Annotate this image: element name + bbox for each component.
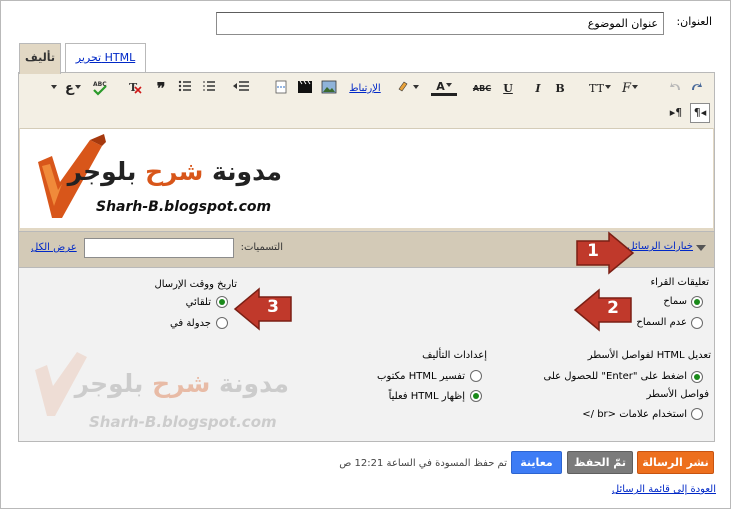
post-editor-window: العنوان: تأليف تحرير HTML F TT B I U ABC…	[0, 0, 731, 509]
jump-break-icon[interactable]	[271, 80, 291, 98]
watermark-url: Sharh-B.blogspot.com	[89, 413, 277, 431]
link-button[interactable]: الإرتباط	[347, 80, 383, 98]
post-date-heading: تاريخ ووقت الإرسال	[154, 279, 237, 290]
remove-formatting-icon[interactable]: T	[125, 80, 145, 98]
logo-title-part2: شرح	[145, 157, 204, 186]
tab-edit-html[interactable]: تحرير HTML	[65, 43, 146, 73]
insert-video-icon[interactable]	[295, 80, 315, 98]
show-all-labels-link[interactable]: عرض الكل	[31, 242, 79, 253]
compose-show-html-label: إظهار HTML فعلياً	[388, 391, 465, 402]
callout-arrow-2: 2	[573, 288, 633, 332]
comments-disallow-radio[interactable]	[691, 317, 703, 329]
rtl-direction-icon[interactable]: ¶◂	[690, 103, 710, 123]
text-color-icon[interactable]: A	[431, 80, 457, 96]
blockquote-icon[interactable]: ❞	[151, 80, 171, 98]
underline-button[interactable]: U	[501, 80, 515, 98]
compose-show-html-radio[interactable]	[470, 390, 482, 402]
back-to-posts-link[interactable]: العودة إلى قائمة الرسائل	[601, 484, 716, 495]
title-label: العنوان:	[676, 15, 712, 28]
logo-title: مدونة شرح بلوجر	[68, 157, 282, 186]
ltr-direction-icon[interactable]: ▸¶	[666, 104, 686, 122]
watermark-part1: مدونة	[210, 369, 289, 398]
logo-url: Sharh-B.blogspot.com	[96, 199, 272, 215]
post-date-automatic-radio[interactable]	[216, 296, 228, 308]
comments-allow-radio[interactable]	[691, 296, 703, 308]
compose-interpret-label: تفسير HTML مكتوب	[377, 371, 465, 382]
line-breaks-enter-label: اضغط على "Enter" للحصول على	[543, 371, 688, 382]
post-date-automatic-label: تلقائي	[185, 297, 211, 308]
labels-label: التسميات:	[240, 242, 283, 253]
undo-icon[interactable]	[667, 80, 685, 98]
compose-interpret-radio[interactable]	[470, 370, 482, 382]
redo-icon[interactable]	[687, 80, 705, 98]
callout-number-3: 3	[267, 297, 279, 317]
more-options-icon[interactable]	[49, 80, 57, 98]
line-breaks-heading: تعديل HTML لفواصل الأسطر	[587, 350, 711, 361]
font-size-icon[interactable]: TT	[587, 80, 613, 98]
preview-button[interactable]: معاينة	[511, 451, 562, 474]
numbered-list-icon[interactable]	[199, 80, 219, 98]
line-breaks-enter-label-2: فواصل الأسطر	[646, 389, 709, 400]
save-button[interactable]: تمّ الحفظ	[567, 451, 633, 474]
line-breaks-br-radio[interactable]	[691, 408, 703, 420]
logo-title-part1: مدونة	[203, 157, 282, 186]
watermark-part2: شرح	[152, 369, 211, 398]
watermark-part3: بلوجر	[74, 369, 153, 398]
text-color-label: A	[436, 80, 445, 93]
title-input[interactable]	[216, 12, 664, 35]
labels-input[interactable]	[84, 238, 234, 258]
callout-number-1: 1	[587, 241, 599, 261]
line-breaks-br-label: استخدام علامات <br />	[582, 409, 687, 420]
italic-button[interactable]: I	[531, 80, 545, 98]
highlight-icon[interactable]	[395, 80, 421, 98]
compose-settings-heading: إعدادات التأليف	[422, 350, 487, 361]
comments-allow-label: سماح	[663, 296, 687, 307]
post-options-toggle-icon[interactable]	[696, 242, 706, 252]
callout-arrow-3: 3	[233, 287, 293, 331]
language-icon[interactable]: ع	[63, 80, 83, 98]
align-icon[interactable]	[229, 80, 253, 98]
watermark-title: مدونة شرح بلوجر	[75, 369, 289, 398]
formatting-toolbar: F TT B I U ABC A الإرتباط ❞ T ABC ع ¶◂ ▸…	[19, 73, 714, 128]
callout-number-2: 2	[607, 298, 619, 318]
publish-button[interactable]: نشر الرسالة	[637, 451, 714, 474]
autosave-status: تم حفظ المسودة في الساعة 12:21 ص	[339, 458, 507, 469]
logo-title-part3: بلوجر	[67, 157, 146, 186]
language-label: ع	[65, 81, 74, 96]
line-breaks-enter-radio[interactable]	[691, 371, 703, 383]
strikethrough-button[interactable]: ABC	[471, 80, 493, 98]
insert-image-icon[interactable]	[319, 80, 339, 98]
tab-compose[interactable]: تأليف	[19, 43, 61, 74]
post-date-scheduled-radio[interactable]	[216, 317, 228, 329]
bullet-list-icon[interactable]	[175, 80, 195, 98]
post-body-editor[interactable]: مدونة شرح بلوجر Sharh-B.blogspot.com	[20, 128, 713, 228]
font-family-icon[interactable]: F	[617, 80, 643, 98]
callout-arrow-1: 1	[575, 231, 635, 275]
spellcheck-icon[interactable]: ABC	[89, 80, 111, 98]
comments-heading: تعليقات القراء	[650, 277, 709, 288]
bold-button[interactable]: B	[553, 80, 567, 98]
post-date-scheduled-label: جدولة في	[170, 318, 211, 329]
